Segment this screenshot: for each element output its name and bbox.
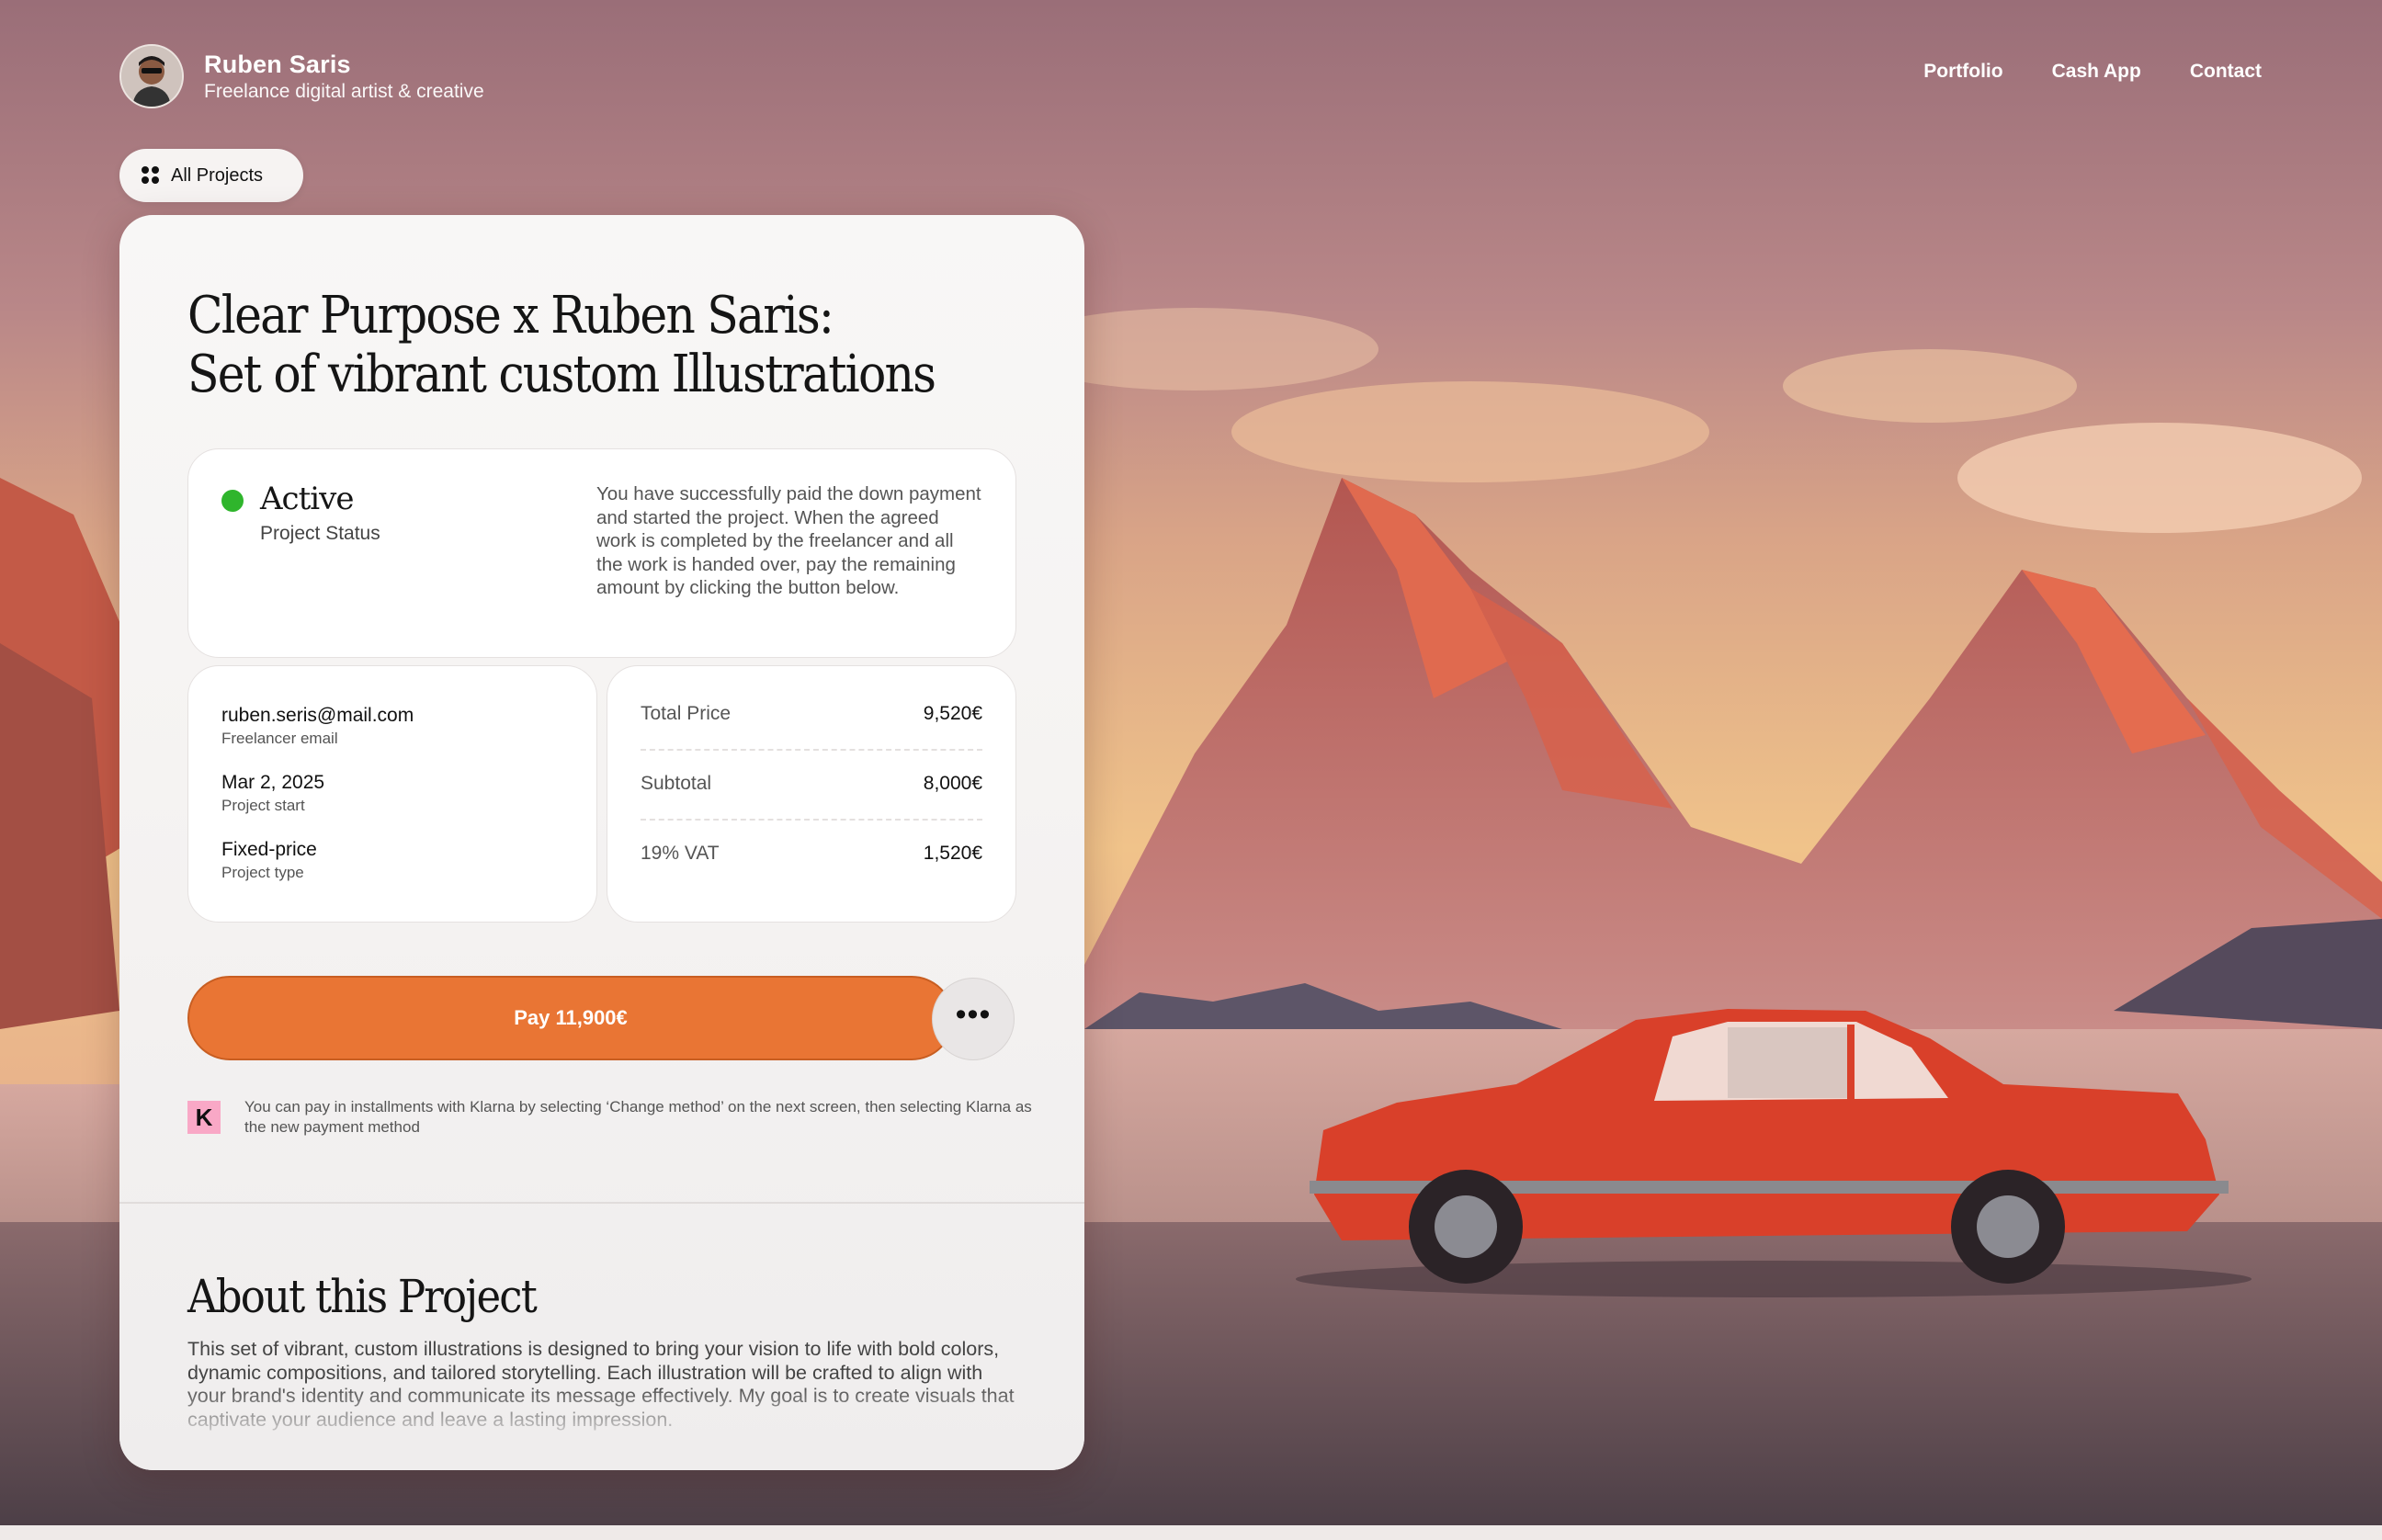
subtotal-value: 8,000€ [923, 773, 982, 794]
profile-text: Ruben Saris Freelance digital artist & c… [204, 51, 484, 103]
price-row-vat: 19% VAT 1,520€ [641, 819, 982, 889]
subtotal-label: Subtotal [641, 773, 712, 794]
avatar [119, 44, 184, 108]
klarna-text: You can pay in installments with Klarna … [244, 1098, 1032, 1136]
price-row-total: Total Price 9,520€ [641, 679, 982, 751]
total-price-label: Total Price [641, 703, 732, 724]
divider [119, 1202, 1084, 1204]
nav-contact[interactable]: Contact [2190, 61, 2262, 83]
all-projects-button[interactable]: All Projects [119, 149, 303, 202]
about-title: About this Project [187, 1270, 538, 1323]
status-indicator-dot [221, 490, 244, 512]
total-price-value: 9,520€ [923, 703, 982, 724]
status-label: Project Status [260, 523, 380, 544]
all-projects-label: All Projects [171, 164, 264, 186]
project-title-line2: Set of vibrant custom Illustrations [187, 345, 936, 404]
freelancer-email-label: Freelancer email [221, 730, 338, 747]
status-card: Active Project Status You have successfu… [187, 448, 1016, 658]
status-value: Active [260, 481, 354, 517]
price-row-subtotal: Subtotal 8,000€ [641, 749, 982, 821]
vat-value: 1,520€ [923, 843, 982, 864]
info-type: Fixed-price Project type [221, 839, 317, 882]
more-options-button[interactable]: ••• [932, 978, 1015, 1060]
project-title-line1: Clear Purpose x Ruben Saris: [187, 286, 834, 345]
vat-label: 19% VAT [641, 843, 720, 864]
profile-tagline: Freelance digital artist & creative [204, 80, 484, 102]
grid-icon [142, 166, 160, 185]
top-navigation: Portfolio Cash App Contact [1923, 61, 2262, 83]
project-panel: Clear Purpose x Ruben Saris: Set of vibr… [119, 215, 1084, 1470]
nav-cash-app[interactable]: Cash App [2052, 61, 2141, 83]
project-start-label: Project start [221, 797, 305, 814]
more-icon: ••• [955, 997, 992, 1032]
project-type-value: Fixed-price [221, 839, 317, 860]
price-card: Total Price 9,520€ Subtotal 8,000€ 19% V… [607, 665, 1016, 923]
nav-portfolio[interactable]: Portfolio [1923, 61, 2002, 83]
info-start: Mar 2, 2025 Project start [221, 772, 324, 815]
klarna-icon: K [187, 1101, 221, 1134]
project-title: Clear Purpose x Ruben Saris: Set of vibr… [187, 286, 936, 404]
project-info-card: ruben.seris@mail.com Freelancer email Ma… [187, 665, 597, 923]
project-start-value: Mar 2, 2025 [221, 772, 325, 793]
klarna-note: K You can pay in installments with Klarn… [187, 1097, 1035, 1138]
project-type-label: Project type [221, 864, 304, 881]
pay-button[interactable]: Pay 11,900€ [187, 976, 954, 1060]
profile-name: Ruben Saris [204, 50, 351, 78]
about-fade-overlay [119, 1382, 1084, 1470]
freelancer-email-value[interactable]: ruben.seris@mail.com [221, 705, 414, 727]
info-email: ruben.seris@mail.com Freelancer email [221, 705, 414, 748]
status-description: You have successfully paid the down paym… [596, 483, 981, 598]
profile-header[interactable]: Ruben Saris Freelance digital artist & c… [119, 44, 484, 108]
